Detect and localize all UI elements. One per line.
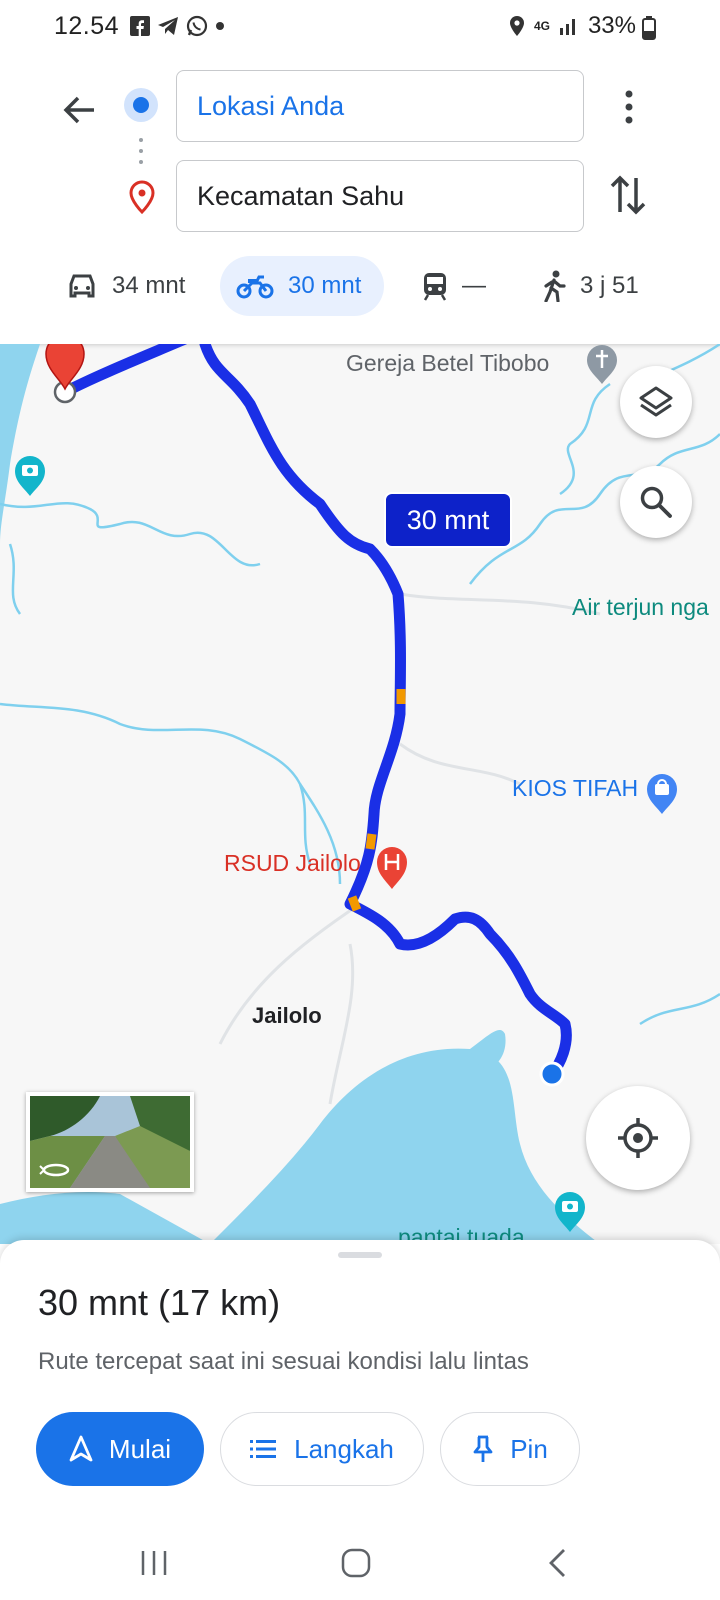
system-navigation-bar [0, 1530, 720, 1600]
origin-field[interactable]: Lokasi Anda [176, 70, 584, 142]
mode-walk[interactable]: 3 j 51 [542, 256, 639, 316]
traffic-segment-3 [347, 895, 362, 912]
car-icon [69, 274, 95, 298]
notification-icons [130, 13, 225, 39]
sea-left [0, 344, 40, 544]
search-button[interactable] [620, 466, 692, 538]
list-icon [250, 1440, 277, 1458]
mode-transit[interactable]: — [422, 256, 486, 316]
route-connector [139, 138, 143, 168]
hospital-pin [377, 847, 407, 889]
traffic-segment-2 [365, 833, 377, 850]
start-button[interactable]: Mulai [36, 1412, 204, 1486]
telegram-icon [158, 17, 178, 35]
home-button[interactable] [326, 1538, 386, 1588]
travel-modes: 34 mnt 30 mnt — 3 j 51 [0, 256, 720, 316]
facebook-icon [130, 16, 150, 36]
sheet-drag-handle[interactable] [338, 1252, 382, 1258]
status-bar: 12.54 4G 33% [0, 0, 720, 52]
back-button[interactable] [58, 88, 102, 132]
whatsapp-icon [186, 15, 208, 37]
train-icon [423, 273, 447, 301]
sea-bottom-left [0, 1192, 210, 1244]
river-4 [559, 382, 611, 496]
signal-icon [559, 19, 575, 35]
origin-dot-icon [124, 88, 158, 122]
street-view-image [30, 1096, 190, 1188]
place-label-jailolo: Jailolo [252, 1003, 322, 1028]
home-icon [341, 1548, 371, 1578]
river-2 [8, 543, 22, 615]
layers-icon [639, 386, 673, 417]
walking-icon [544, 270, 566, 302]
river-1 [0, 501, 261, 567]
route-eta-bubble[interactable]: 30 mnt [384, 492, 512, 548]
crosshair-icon [618, 1118, 658, 1158]
destination-pin-icon [129, 180, 155, 214]
motorcycle-icon [236, 275, 274, 299]
route-duration-distance: 30 mnt (17 km) [38, 1282, 281, 1323]
road-1 [399, 592, 601, 616]
recents-button[interactable] [124, 1538, 184, 1588]
chevron-left-icon [549, 1549, 565, 1577]
destination-field[interactable]: Kecamatan Sahu [176, 160, 584, 232]
network-type: 4G [533, 19, 550, 33]
pin-button-label: Pin [510, 1433, 548, 1464]
my-location-button[interactable] [586, 1086, 690, 1190]
swap-button[interactable] [608, 172, 648, 218]
street-view-thumbnail[interactable] [26, 1092, 194, 1192]
tourist-pin-left [15, 456, 45, 496]
pushpin-icon [473, 1435, 493, 1462]
pin-button[interactable]: Pin [440, 1412, 580, 1486]
place-label-rsud[interactable]: RSUD Jailolo [224, 850, 361, 877]
route-origin-dot [539, 1061, 565, 1087]
kios-pin [647, 774, 677, 814]
more-vert-icon [625, 90, 633, 124]
mode-car[interactable]: 34 mnt [66, 256, 185, 316]
gereja-pin [587, 345, 617, 384]
location-icon [509, 16, 524, 36]
navigation-arrow-icon [69, 1435, 93, 1462]
notification-dot-icon [216, 22, 224, 30]
status-right: 4G 33% [508, 12, 636, 40]
start-button-label: Mulai [108, 1433, 172, 1464]
place-label-air-terjun[interactable]: Air terjun nga [572, 594, 709, 621]
battery-percent: 33% [587, 12, 636, 39]
road-4 [328, 943, 355, 1105]
arrow-left-icon [63, 96, 94, 124]
mode-motorcycle[interactable]: 30 mnt [220, 256, 384, 316]
steps-button-label: Langkah [294, 1433, 394, 1464]
more-options-button[interactable] [614, 82, 644, 132]
system-back-button[interactable] [528, 1538, 588, 1588]
place-label-gereja[interactable]: Gereja Betel Tibobo [346, 350, 549, 377]
place-label-kios[interactable]: KIOS TIFAH [512, 775, 638, 802]
swap-vert-icon [610, 175, 646, 215]
route-summary-sheet: 30 mnt (17 km) Rute tercepat saat ini se… [0, 1240, 720, 1530]
mode-motorcycle-label: 30 mnt [288, 272, 362, 299]
route-description: Rute tercepat saat ini sesuai kondisi la… [38, 1348, 529, 1375]
mode-car-label: 34 mnt [112, 272, 186, 299]
river-8 [639, 992, 720, 1026]
recents-icon [141, 1551, 167, 1575]
mode-walk-label: 3 j 51 [580, 272, 639, 299]
river-6 [0, 702, 312, 865]
battery-icon [642, 16, 656, 40]
map-view[interactable]: Gereja Betel Tibobo Air terjun nga KIOS … [0, 344, 720, 1244]
road-2 [399, 742, 521, 786]
route-line [59, 344, 572, 1080]
directions-header: Lokasi Anda Kecamatan Sahu 34 mnt 30 mnt… [0, 52, 720, 344]
search-icon [640, 486, 672, 518]
status-time: 12.54 [54, 12, 120, 40]
layers-button[interactable] [620, 366, 692, 438]
steps-button[interactable]: Langkah [220, 1412, 424, 1486]
mode-transit-label: — [462, 272, 486, 299]
